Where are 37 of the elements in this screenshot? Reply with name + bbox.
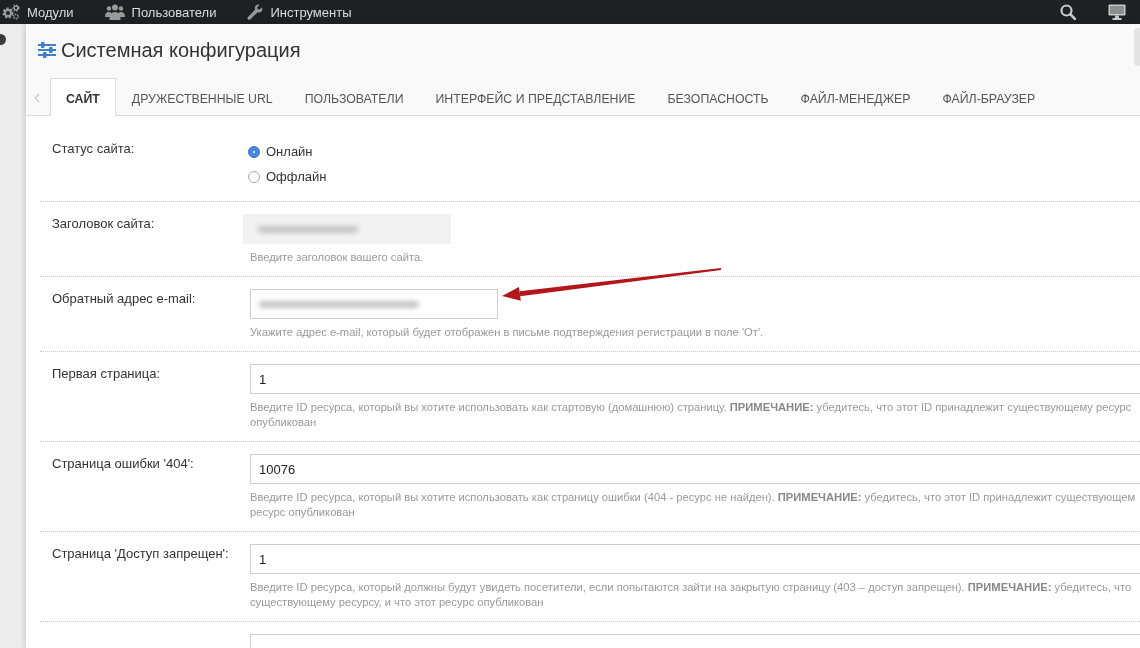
users-icon (104, 4, 125, 20)
help-text: Введите ID ресурса, который вы хотите использовать как стартовую (домашнюю) страницу. ПРИМЕЧАНИЕ: убедитесь, что этот ID принадлежит существующему ресурс опубликован (250, 400, 1133, 430)
field-label: Статус сайта: (52, 140, 136, 158)
chevron-left-icon[interactable] (34, 92, 40, 103)
sliders-icon (38, 42, 56, 58)
field-label: Заголовок сайта: (52, 215, 156, 233)
tab[interactable]: ФАЙЛ-МЕНЕДЖЕР (784, 79, 927, 116)
nav-menu-item[interactable]: Модули (2, 4, 74, 20)
field-label: Страница ошибки '404': (52, 455, 195, 473)
radio-label[interactable]: Оффлайн (266, 169, 327, 184)
gears-icon (2, 4, 20, 20)
tab[interactable]: ИНТЕРФЕЙС И ПРЕДСТАВЛЕНИЕ (419, 79, 652, 116)
nav-menu-item[interactable]: Пользователи (104, 4, 217, 20)
input-field[interactable]: 1 (250, 544, 1140, 574)
input-field[interactable]: 1 (250, 364, 1140, 394)
radio-button[interactable] (248, 145, 260, 158)
field-label: Страница 'Доступ запрещен': (52, 545, 230, 563)
radio-label[interactable]: Онлайн (266, 144, 313, 159)
tab[interactable]: БЕЗОПАСНОСТЬ (651, 79, 785, 116)
input-field[interactable]: 10076 (250, 454, 1140, 484)
nav-menu-item[interactable]: Инструменты (247, 4, 352, 20)
tab[interactable]: ПОЛЬЗОВАТЕЛИ (288, 79, 420, 116)
radio-button[interactable] (248, 170, 260, 183)
help-text: Укажите адрес e-mail, который будет отображен в письме подтверждения регистрации в поле 'От'. (250, 325, 765, 340)
help-text: Введите ID ресурса, который вы хотите использовать как страницу ошибки (404 - ресурс не найден). ПРИМЕЧАНИЕ: убедитесь, что этот ID принадлежит существующем ресурс опубликован (250, 490, 1137, 520)
tab[interactable]: ДРУЖЕСТВЕННЫЕ URL (115, 79, 289, 116)
tab[interactable]: САЙТ (50, 78, 116, 116)
help-text: Введите заголовок вашего сайта. (250, 250, 425, 265)
search-icon[interactable] (1060, 4, 1076, 20)
tab[interactable]: ФАЙЛ-БРАУЗЕР (926, 79, 1052, 116)
page-title: Системная конфигурация (61, 38, 301, 62)
field-label: Обратный адрес e-mail: (52, 290, 197, 308)
help-text: Введите ID ресурса, который должны будут увидеть посетители, если попытаются зайти на закрытую страницу (403 – доступ запрещен). ПРИМЕЧАНИЕ: убедитесь, что существующему ресурсу, и что этот ресурс опубликован (250, 580, 1133, 610)
field-label: Первая страница: (52, 365, 162, 383)
monitor-icon[interactable] (1108, 4, 1126, 20)
wrench-icon (247, 4, 264, 20)
input-field[interactable] (250, 289, 498, 319)
